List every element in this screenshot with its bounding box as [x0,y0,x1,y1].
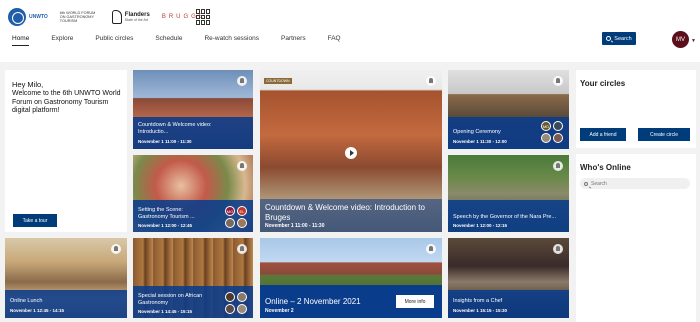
session-title: Countdown & Welcome video: Introductio..… [138,122,212,135]
session-time: November 1 14:45 - 15:15 [138,309,193,314]
session-title: Opening Ceremony [453,128,501,135]
bell-icon[interactable] [553,244,563,254]
speaker-avatar[interactable]: EL [237,206,247,216]
session-time: November 1 11:00 - 11:30 [138,139,192,144]
session-card[interactable]: Online Lunch November 1 12:45 - 14:15 [5,238,127,318]
speaker-avatar[interactable] [225,292,235,302]
session-time: November 1 15:15 - 15:30 [453,308,508,313]
whos-online-title: Who's Online [580,163,631,172]
header: UNWTO 6th WORLD FORUM ON GASTRONOMY TOUR… [0,0,700,62]
nav-public-circles[interactable]: Public circles [95,35,133,46]
session-card[interactable]: Setting the Scene: Gastronomy Tourism ..… [133,155,253,232]
partner-grid-logo [195,9,212,25]
nav-faq[interactable]: FAQ [328,35,341,46]
whos-online-panel: Who's Online [576,154,696,322]
search-icon [584,181,588,186]
speaker-avatar[interactable] [237,292,247,302]
session-time: November 2 [265,308,294,314]
flanders-logo: Flanders State of the Art [111,10,150,24]
session-time: November 1 11:30 - 12:00 [453,139,507,144]
speaker-avatar[interactable] [225,218,235,228]
session-title: Online Lunch [10,297,43,304]
nav-rewatch-sessions[interactable]: Re-watch sessions [204,35,259,46]
session-title: Special session on African Gastronomy [138,293,203,306]
session-time: November 1 11:00 - 11:30 [265,223,325,229]
bell-icon[interactable] [111,244,121,254]
session-card[interactable]: Opening Ceremony November 1 11:30 - 12:0… [448,70,569,149]
whos-online-search-input[interactable] [591,180,681,187]
unwto-logo[interactable]: UNWTO [8,8,48,26]
more-info-button[interactable]: More info [396,295,434,308]
speaker-avatar[interactable] [541,133,551,143]
speaker-avatar[interactable] [237,218,247,228]
speaker-avatar[interactable] [225,304,235,314]
search-icon [606,36,612,41]
session-card[interactable]: Speech by the Governor of the Nara Pre..… [448,155,569,232]
session-info-band [448,290,569,318]
welcome-message: Welcome to the 6th UNWTO World Forum on … [12,90,121,114]
speaker-avatars [225,292,247,314]
speaker-avatar[interactable]: MD [541,121,551,131]
nav-schedule[interactable]: Schedule [155,35,182,46]
user-avatar[interactable]: MV [672,31,689,48]
session-card[interactable]: Countdown & Welcome video: Introductio..… [133,70,253,149]
partner-logos: UNWTO 6th WORLD FORUM ON GASTRONOMY TOUR… [8,6,212,28]
session-time: November 1 12:45 - 14:15 [10,308,65,313]
session-title: Insights from a Chef [453,297,503,304]
unwto-logo-text: UNWTO [29,13,48,20]
lion-icon [111,10,122,24]
session-time: November 1 12:00 - 12:45 [138,223,193,228]
chevron-down-icon[interactable]: ▼ [691,38,696,44]
bell-icon[interactable] [426,76,436,86]
session-title: Countdown & Welcome video: Introduction … [265,203,425,222]
play-icon[interactable] [345,147,357,159]
bell-icon[interactable] [553,161,563,171]
session-card[interactable]: Insights from a Chef November 1 15:15 - … [448,238,569,318]
bell-icon[interactable] [237,161,247,171]
flanders-logo-sub: State of the Art [124,18,148,22]
your-circles-title: Your circles [580,79,626,88]
welcome-card: Hey Milo, Welcome to the 6th UNWTO World… [5,70,127,232]
welcome-greeting: Hey Milo, [12,80,44,89]
session-time: November 1 12:00 - 12:15 [453,223,508,228]
speaker-avatar[interactable] [553,121,563,131]
session-info-band [5,290,127,318]
brugge-logo: BRUGGE [161,13,206,20]
take-tour-button[interactable]: Take a tour [13,214,57,227]
session-title: Online – 2 November 2021 [265,296,361,306]
main-nav: Home Explore Public circles Schedule Re-… [12,35,363,46]
nav-explore[interactable]: Explore [51,35,73,46]
session-title: Setting the Scene: Gastronomy Tourism ..… [138,207,195,220]
nav-partners[interactable]: Partners [281,35,306,46]
speaker-avatar[interactable]: MG [225,206,235,216]
session-title: Speech by the Governor of the Nara Pre..… [453,213,557,220]
unwto-globe-icon [8,8,26,26]
whos-online-search [580,178,690,189]
session-card[interactable]: Special session on African Gastronomy No… [133,238,253,318]
bell-icon[interactable] [237,244,247,254]
bell-icon[interactable] [426,244,436,254]
speaker-avatar[interactable] [553,133,563,143]
bell-icon[interactable] [553,76,563,86]
bell-icon[interactable] [237,76,247,86]
session-tag: COUNTDOWN [264,78,292,84]
speaker-avatars: MG EL [225,206,247,228]
create-circle-button[interactable]: Create circle [638,128,690,141]
speaker-avatars: MD [541,121,563,143]
your-circles-panel: Your circles Add a friend Create circle [576,70,696,148]
session-card[interactable]: Online – 2 November 2021 November 2 More… [260,238,442,318]
forum-logo-text: 6th WORLD FORUM ON GASTRONOMY TOURISM [59,11,96,23]
add-friend-button[interactable]: Add a friend [580,128,626,141]
search-button-label: Search [614,35,632,42]
speaker-avatar[interactable] [237,304,247,314]
search-button[interactable]: Search [602,32,636,45]
nav-home[interactable]: Home [12,35,30,46]
